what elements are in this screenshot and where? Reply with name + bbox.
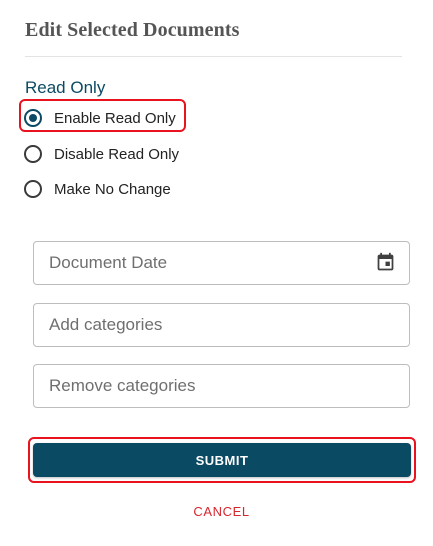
radio-label-make-no-change: Make No Change: [54, 180, 171, 198]
radio-unchecked-icon[interactable]: [24, 145, 42, 163]
dialog-title: Edit Selected Documents: [25, 19, 240, 41]
radio-label-disable-read-only: Disable Read Only: [54, 145, 180, 163]
add-categories-field[interactable]: [33, 303, 410, 347]
radio-unchecked-icon[interactable]: [24, 180, 42, 198]
radio-make-no-change[interactable]: Make No Change: [24, 177, 171, 201]
radio-label-enable-read-only: Enable Read Only: [54, 109, 176, 127]
title-divider: [25, 56, 402, 57]
submit-button[interactable]: SUBMIT: [33, 443, 411, 477]
radio-enable-read-only[interactable]: Enable Read Only: [24, 106, 176, 130]
remove-categories-field[interactable]: [33, 364, 410, 408]
radio-checked-icon[interactable]: [24, 109, 42, 127]
calendar-icon[interactable]: [375, 252, 396, 273]
document-date-field[interactable]: [33, 241, 410, 285]
radio-disable-read-only[interactable]: Disable Read Only: [24, 142, 179, 166]
read-only-label: Read Only: [25, 78, 106, 97]
cancel-button[interactable]: CANCEL: [0, 504, 433, 519]
